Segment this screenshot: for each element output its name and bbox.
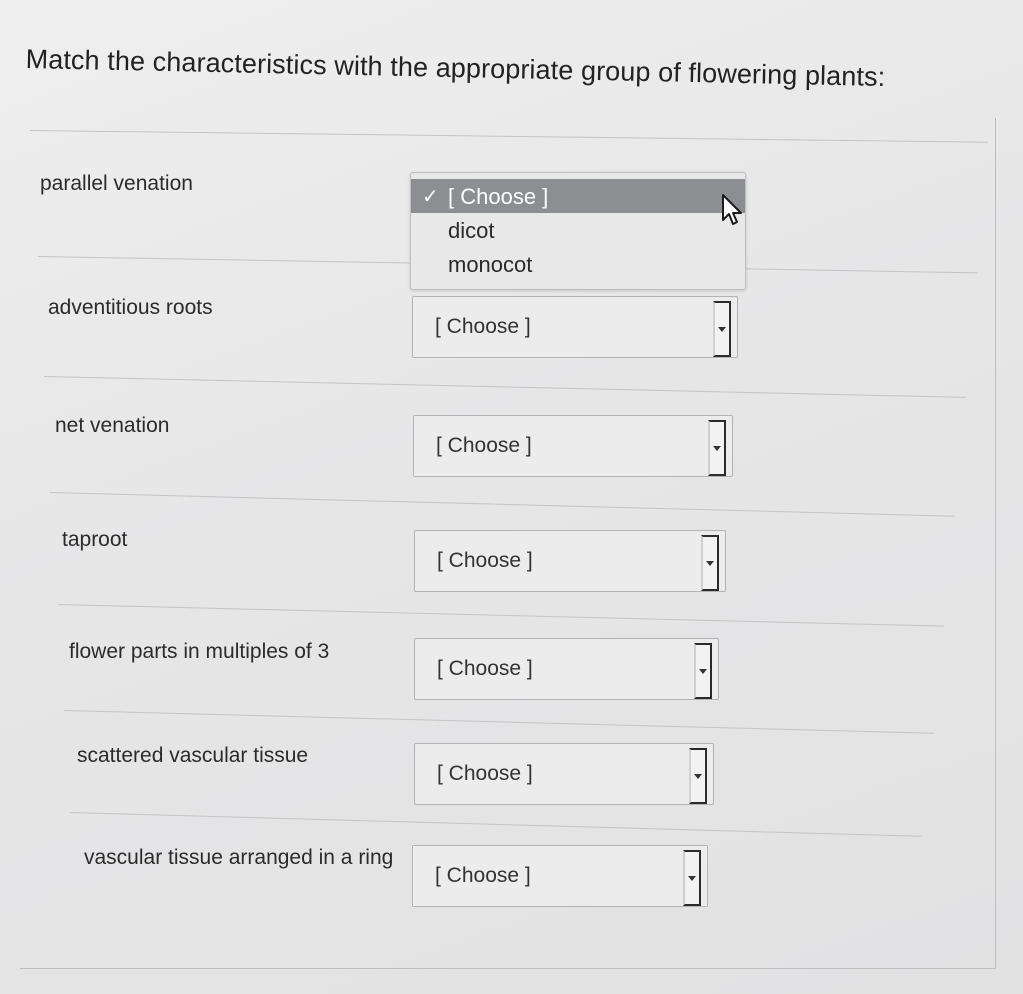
- select-flower-parts-multiples-of-3[interactable]: [ Choose ]: [414, 638, 719, 700]
- select-value: [ Choose ]: [435, 864, 531, 887]
- dropdown-option-choose[interactable]: ✓ [ Choose ]: [411, 179, 745, 213]
- select-adventitious-roots[interactable]: [ Choose ]: [412, 296, 738, 358]
- question-prompt: Match the characteristics with the appro…: [25, 44, 886, 92]
- row-label-vascular-tissue-ring: vascular tissue arranged in a ring: [84, 846, 394, 869]
- mouse-pointer-icon: [722, 194, 742, 225]
- chevron-down-icon[interactable]: [713, 301, 731, 357]
- row-label-flower-parts-multiples-of-3: flower parts in multiples of 3: [69, 640, 330, 663]
- option-label: monocot: [448, 252, 533, 277]
- row-label-adventitious-roots: adventitious roots: [48, 296, 213, 319]
- select-value: [ Choose ]: [437, 657, 533, 680]
- select-vascular-tissue-ring[interactable]: [ Choose ]: [412, 845, 708, 907]
- row-label-net-venation: net venation: [55, 414, 170, 437]
- select-value: [ Choose ]: [437, 549, 533, 572]
- select-value: [ Choose ]: [436, 434, 532, 457]
- select-taproot[interactable]: [ Choose ]: [414, 530, 726, 592]
- chevron-down-icon[interactable]: [708, 420, 726, 476]
- dropdown-list-parallel-venation: ✓ [ Choose ] dicot monocot: [410, 172, 746, 290]
- chevron-down-icon[interactable]: [689, 748, 707, 804]
- option-label: [ Choose ]: [448, 184, 549, 209]
- chevron-down-icon[interactable]: [701, 535, 719, 591]
- check-icon: ✓: [422, 186, 439, 208]
- option-label: dicot: [448, 218, 495, 243]
- select-scattered-vascular-tissue[interactable]: [ Choose ]: [414, 743, 714, 805]
- select-value: [ Choose ]: [437, 762, 533, 785]
- row-label-taproot: taproot: [62, 528, 128, 551]
- row-label-scattered-vascular-tissue: scattered vascular tissue: [77, 744, 309, 767]
- dropdown-option-monocot[interactable]: monocot: [411, 247, 745, 281]
- select-value: [ Choose ]: [435, 315, 531, 338]
- chevron-down-icon[interactable]: [694, 643, 712, 699]
- row-label-parallel-venation: parallel venation: [40, 172, 193, 195]
- select-net-venation[interactable]: [ Choose ]: [413, 415, 733, 477]
- dropdown-option-dicot[interactable]: dicot: [411, 213, 745, 247]
- chevron-down-icon[interactable]: [683, 850, 701, 906]
- quiz-page: Match the characteristics with the appro…: [0, 0, 1023, 994]
